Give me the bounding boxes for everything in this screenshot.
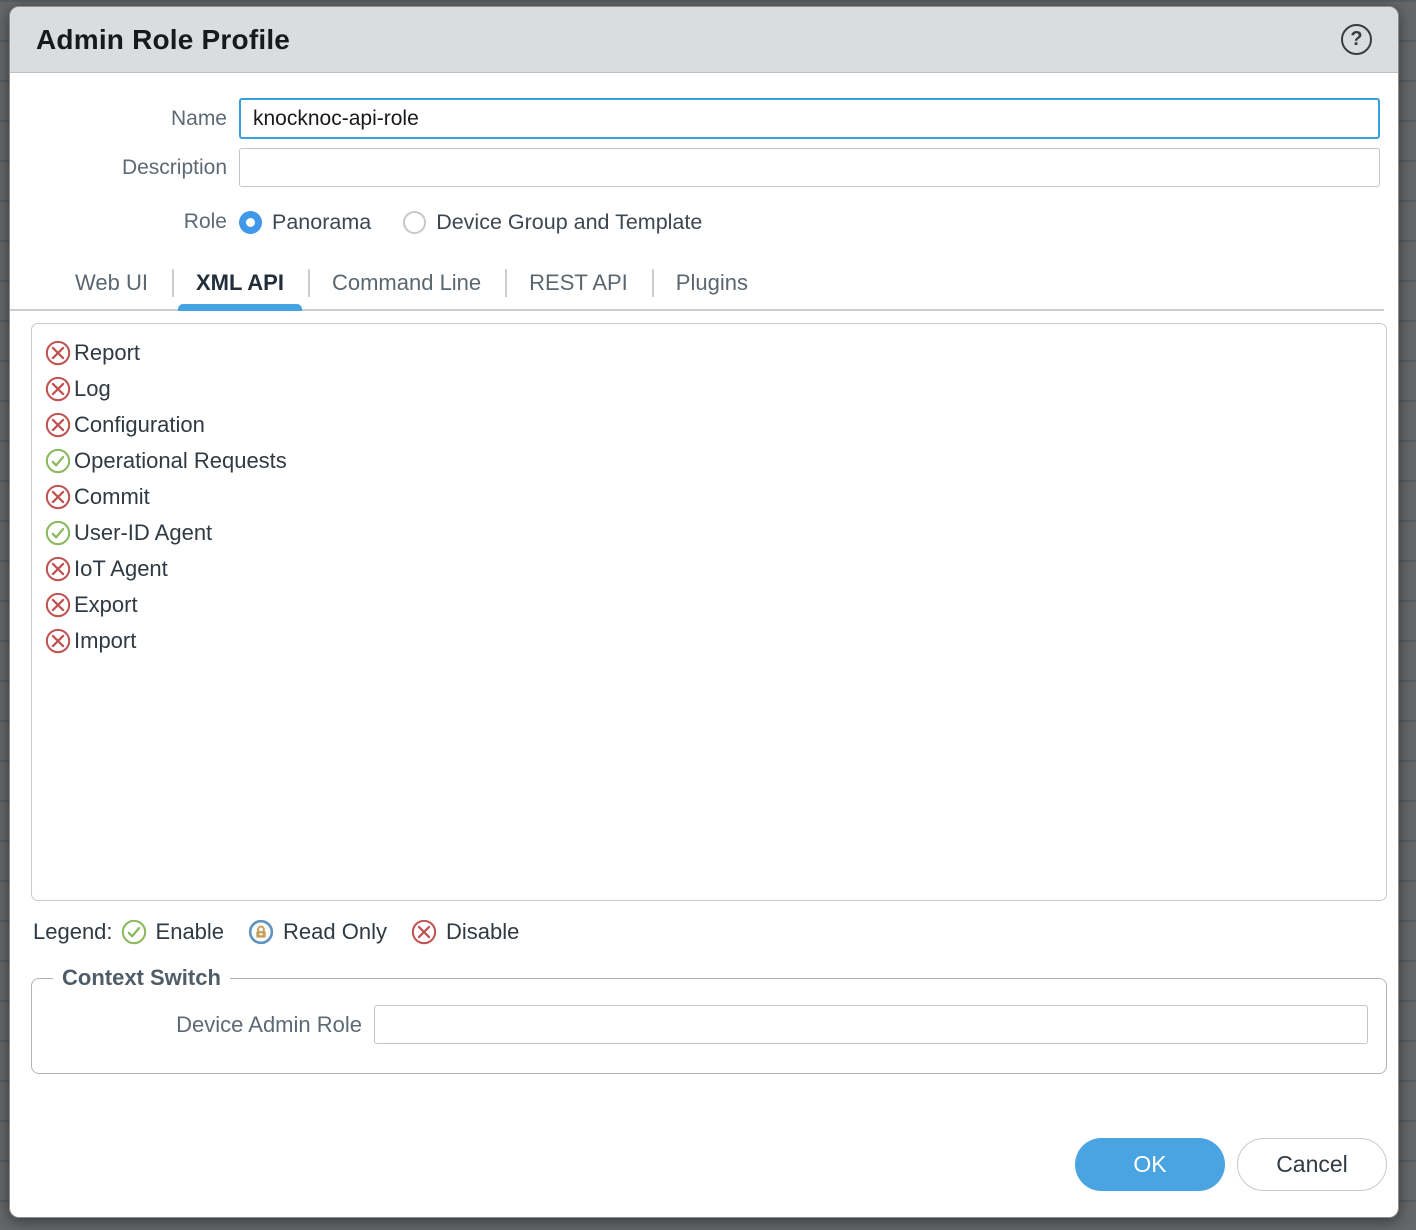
role-row: Role Panorama Device Group and Template (10, 203, 1380, 241)
disable-x-icon (45, 628, 71, 654)
radio-label: Device Group and Template (436, 210, 702, 235)
disable-x-icon (45, 412, 71, 438)
legend-items: Enable (121, 919, 544, 945)
disable-x-icon (45, 340, 71, 366)
disable-x-icon (411, 919, 437, 945)
legend-row: Legend: (33, 913, 543, 951)
enable-check-icon (45, 448, 71, 474)
permission-label: Log (74, 376, 111, 402)
permission-label: Export (74, 592, 138, 618)
legend-label: Read Only (283, 919, 387, 945)
name-label: Name (10, 107, 239, 131)
legend-state-icon (248, 919, 274, 945)
radio-icon (403, 211, 426, 234)
cancel-button[interactable]: Cancel (1237, 1138, 1387, 1191)
enable-check-icon (121, 919, 147, 945)
legend-item: Enable (121, 919, 225, 945)
context-switch-fieldset: Context Switch Device Admin Role (31, 965, 1387, 1074)
permission-label: Configuration (74, 412, 205, 438)
permission-state-icon (45, 376, 71, 402)
tab[interactable]: REST API (505, 257, 652, 309)
disable-x-icon (45, 376, 71, 402)
disable-x-icon (45, 592, 71, 618)
tab-label: Plugins (676, 270, 748, 296)
permission-item[interactable]: User-ID Agent (45, 515, 1386, 551)
permission-state-icon (45, 628, 71, 654)
xml-api-permission-list: Report (31, 323, 1387, 901)
device-admin-role-row: Device Admin Role (32, 1005, 1386, 1044)
description-label: Description (10, 156, 239, 180)
permission-label: Report (74, 340, 140, 366)
permission-label: IoT Agent (74, 556, 168, 582)
permission-state-icon (45, 520, 71, 546)
name-input[interactable] (239, 98, 1380, 139)
permission-state-icon (45, 448, 71, 474)
permission-label: Import (74, 628, 136, 654)
radio-icon (239, 211, 262, 234)
permission-item[interactable]: Export (45, 587, 1386, 623)
permission-state-icon (45, 592, 71, 618)
tab-label: REST API (529, 270, 628, 296)
dialog-title: Admin Role Profile (36, 24, 290, 56)
disable-x-icon (45, 556, 71, 582)
device-admin-role-input[interactable] (374, 1005, 1368, 1044)
role-radio-option[interactable]: Panorama (239, 210, 371, 235)
permission-item[interactable]: IoT Agent (45, 551, 1386, 587)
legend-state-icon (411, 919, 437, 945)
role-label: Role (10, 210, 239, 234)
radio-label: Panorama (272, 210, 371, 235)
disable-x-icon (45, 484, 71, 510)
description-row: Description (10, 148, 1380, 187)
permission-item[interactable]: Report (45, 335, 1386, 371)
name-row: Name (10, 98, 1380, 139)
legend-label: Enable (156, 919, 225, 945)
permission-label: Commit (74, 484, 150, 510)
ok-button[interactable]: OK (1075, 1138, 1225, 1191)
permission-item[interactable]: Configuration (45, 407, 1386, 443)
permission-item[interactable]: Import (45, 623, 1386, 659)
legend-state-icon (121, 919, 147, 945)
description-input[interactable] (239, 148, 1380, 187)
dialog-titlebar: Admin Role Profile ? (10, 7, 1398, 73)
tab[interactable]: Command Line (308, 257, 505, 309)
tab[interactable]: Plugins (652, 257, 772, 309)
context-switch-title: Context Switch (53, 965, 230, 991)
permission-state-icon (45, 484, 71, 510)
permission-state-icon (45, 412, 71, 438)
readonly-lock-icon (248, 919, 274, 945)
permission-item[interactable]: Log (45, 371, 1386, 407)
legend-label: Disable (446, 919, 519, 945)
role-radio-option[interactable]: Device Group and Template (403, 210, 702, 235)
permission-state-icon (45, 556, 71, 582)
help-icon[interactable]: ? (1341, 24, 1372, 55)
permission-item[interactable]: Commit (45, 479, 1386, 515)
tab-label: Web UI (75, 270, 148, 296)
legend-item: Disable (411, 919, 519, 945)
admin-role-profile-dialog: Admin Role Profile ? Name Description Ro… (9, 6, 1399, 1218)
tab-label: XML API (196, 270, 284, 296)
tab[interactable]: Web UI (51, 257, 172, 309)
tab[interactable]: XML API (172, 257, 308, 309)
legend-item: Read Only (248, 919, 387, 945)
permission-state-icon (45, 340, 71, 366)
legend-title: Legend: (33, 919, 113, 945)
permission-label: Operational Requests (74, 448, 287, 474)
device-admin-role-label: Device Admin Role (32, 1012, 374, 1038)
role-radio-group: Panorama Device Group and Template (239, 210, 702, 235)
permission-label: User-ID Agent (74, 520, 212, 546)
enable-check-icon (45, 520, 71, 546)
tab-label: Command Line (332, 270, 481, 296)
tab-bar: Web UI XML API Command Line REST API Plu… (10, 257, 1384, 311)
permission-item[interactable]: Operational Requests (45, 443, 1386, 479)
